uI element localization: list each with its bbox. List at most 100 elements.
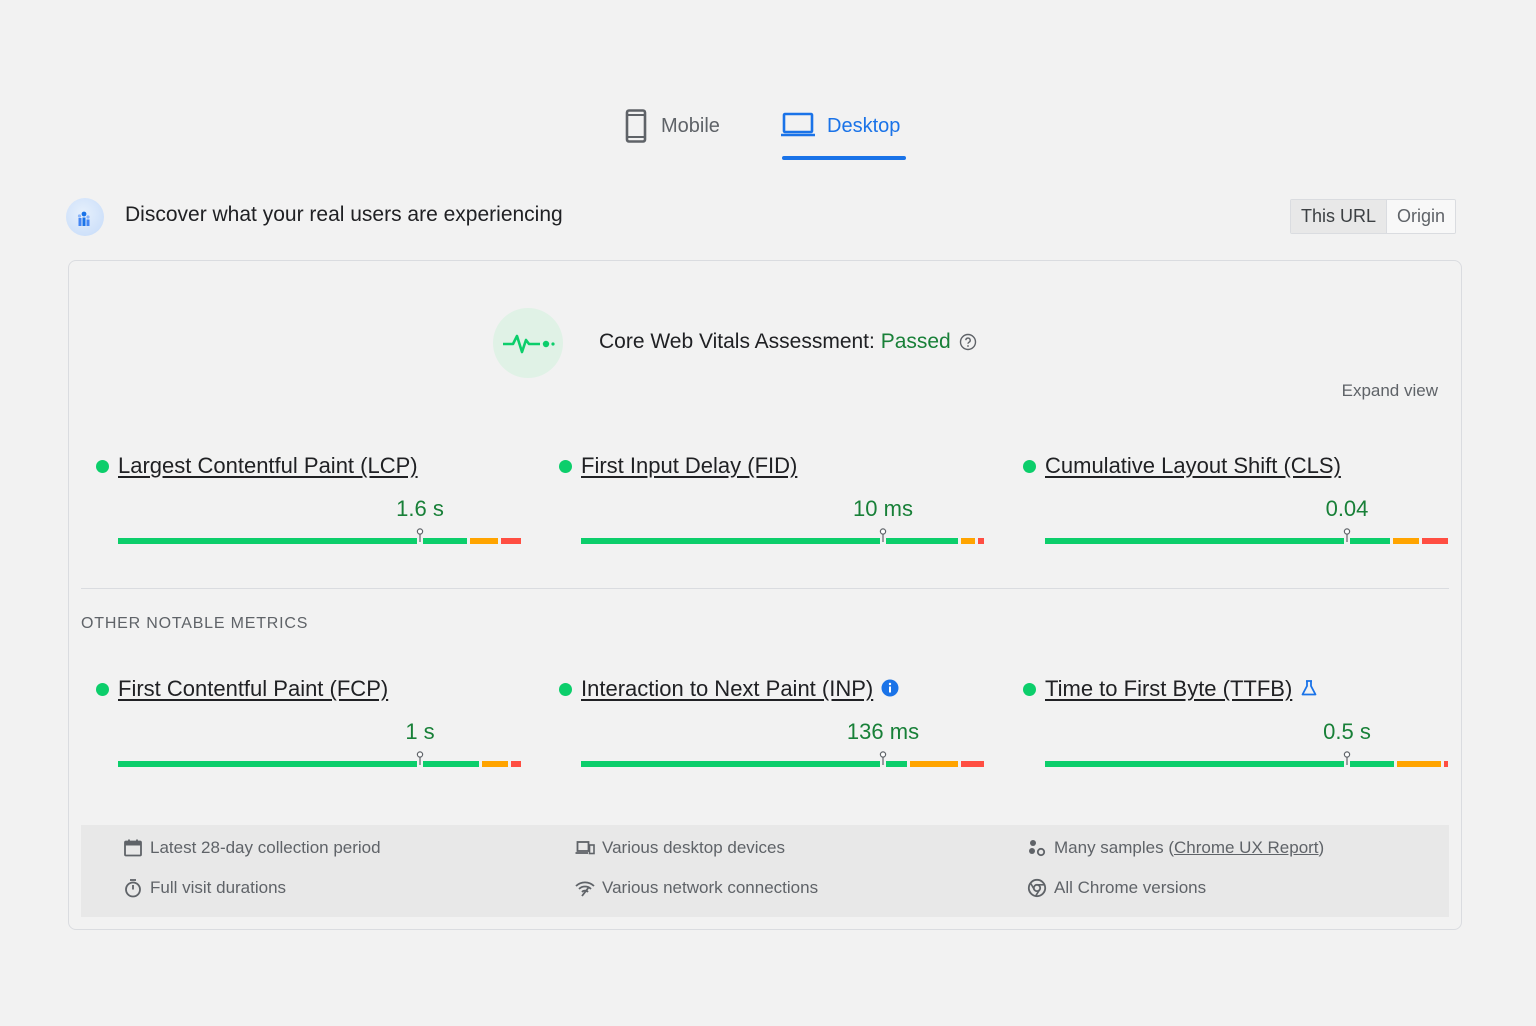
metric-value: 1.6 s: [396, 496, 444, 521]
tab-mobile-label: Mobile: [661, 115, 720, 137]
status-dot: [1023, 683, 1036, 696]
flask-icon: [1300, 677, 1318, 703]
active-tab-indicator: [782, 156, 906, 160]
metric-fcp: First Contentful Paint (FCP) 1 s: [96, 676, 521, 776]
stopwatch-icon: [123, 878, 143, 898]
status-dot: [1023, 460, 1036, 473]
chrome-versions-text: All Chrome versions: [1054, 878, 1207, 897]
distribution-bar: [581, 751, 984, 767]
help-circle-icon[interactable]: [959, 333, 977, 357]
distribution-bar: [581, 528, 984, 544]
crux-users-icon: [66, 198, 104, 236]
info-icon[interactable]: [881, 677, 899, 703]
metric-inp: Interaction to Next Paint (INP) 136 ms: [559, 676, 984, 776]
poor-segment: [511, 761, 521, 767]
needs-improvement-segment: [1393, 538, 1419, 544]
laptop-icon: [781, 109, 815, 142]
calendar-icon: [123, 838, 143, 858]
metric-name[interactable]: Interaction to Next Paint (INP): [581, 676, 873, 701]
metric-value: 0.5 s: [1323, 719, 1371, 744]
assessment-status: Passed: [880, 330, 951, 353]
distribution-bar: [1045, 751, 1448, 767]
cwv-assessment: Core Web Vitals Assessment: Passed: [493, 308, 1093, 378]
needs-improvement-segment: [910, 761, 958, 767]
needs-improvement-segment: [1397, 761, 1441, 767]
metric-name-wrap: Interaction to Next Paint (INP): [581, 676, 899, 703]
poor-segment: [961, 761, 984, 767]
visit-durations-text: Full visit durations: [150, 878, 287, 897]
percentile-marker: [1343, 751, 1351, 765]
network-connections: Various network connections: [575, 878, 818, 898]
percentile-marker: [416, 751, 424, 765]
sample-count-text: Many samples (: [1054, 838, 1174, 857]
needs-improvement-segment: [961, 538, 975, 544]
chrome-ux-report-link[interactable]: Chrome UX Report: [1174, 838, 1319, 858]
good-segment: [581, 761, 907, 767]
metric-name[interactable]: Cumulative Layout Shift (CLS): [1045, 453, 1341, 479]
distribution-bar: [118, 528, 521, 544]
good-segment: [118, 761, 479, 767]
percentile-marker: [879, 528, 887, 542]
metric-name[interactable]: First Input Delay (FID): [581, 453, 797, 479]
metric-fid: First Input Delay (FID) 10 ms: [559, 453, 984, 553]
cwv-card: Core Web Vitals Assessment: Passed Expan…: [68, 260, 1462, 930]
tab-mobile[interactable]: Mobile: [625, 104, 745, 162]
other-metrics-heading: OTHER NOTABLE METRICS: [81, 615, 309, 632]
field-data-header: Discover what your real users are experi…: [66, 196, 1462, 236]
section-title: Discover what your real users are experi…: [125, 203, 563, 226]
sample-count: Many samples (Chrome UX Report): [1027, 838, 1324, 858]
status-dot: [559, 460, 572, 473]
collection-period: Latest 28-day collection period: [123, 838, 381, 858]
samples-icon: [1027, 838, 1047, 858]
poor-segment: [1444, 761, 1448, 767]
tab-desktop[interactable]: Desktop: [781, 104, 911, 162]
distribution-bar: [118, 751, 521, 767]
pulse-icon: [493, 308, 563, 378]
needs-improvement-segment: [482, 761, 508, 767]
metric-value: 136 ms: [846, 719, 920, 744]
metric-cls: Cumulative Layout Shift (CLS) 0.04: [1023, 453, 1448, 553]
percentile-marker: [416, 528, 424, 542]
visit-durations: Full visit durations: [123, 878, 286, 898]
divider: [81, 588, 1449, 589]
percentile-marker: [1343, 528, 1351, 542]
expand-view-button[interactable]: Expand view: [1342, 381, 1438, 401]
metric-value: 10 ms: [853, 496, 913, 521]
metric-value: 1 s: [405, 719, 435, 744]
poor-segment: [1422, 538, 1448, 544]
chrome-versions: All Chrome versions: [1027, 878, 1206, 898]
desktop-devices-text: Various desktop devices: [602, 838, 786, 857]
metric-value: 0.04: [1325, 496, 1369, 521]
desktop-devices: Various desktop devices: [575, 838, 785, 858]
good-segment: [1045, 761, 1394, 767]
network-connections-text: Various network connections: [602, 878, 819, 897]
devices-icon: [575, 838, 595, 858]
metric-name[interactable]: First Contentful Paint (FCP): [118, 676, 388, 702]
url-origin-toggle: This URL Origin: [1290, 199, 1457, 234]
assessment-text: Core Web Vitals Assessment: Passed: [599, 330, 977, 357]
needs-improvement-segment: [470, 538, 498, 544]
metric-name-wrap: Time to First Byte (TTFB): [1045, 676, 1318, 703]
collection-period-text: Latest 28-day collection period: [150, 838, 381, 857]
good-segment: [118, 538, 467, 544]
good-segment: [581, 538, 958, 544]
assessment-label: Core Web Vitals Assessment:: [599, 330, 881, 353]
good-segment: [1045, 538, 1390, 544]
metric-name[interactable]: Time to First Byte (TTFB): [1045, 676, 1292, 701]
poor-segment: [501, 538, 521, 544]
chrome-icon: [1027, 878, 1047, 898]
metric-name[interactable]: Largest Contentful Paint (LCP): [118, 453, 418, 479]
tab-desktop-label: Desktop: [827, 115, 901, 137]
this-url-button[interactable]: This URL: [1291, 200, 1388, 233]
poor-segment: [978, 538, 984, 544]
phone-icon: [625, 109, 647, 148]
percentile-marker: [879, 751, 887, 765]
status-dot: [96, 460, 109, 473]
sample-count-suffix: ): [1318, 838, 1325, 857]
origin-button[interactable]: Origin: [1387, 200, 1456, 233]
network-icon: [575, 878, 595, 898]
status-dot: [96, 683, 109, 696]
device-tabs: Mobile Desktop: [0, 104, 1536, 162]
status-dot: [559, 683, 572, 696]
metric-ttfb: Time to First Byte (TTFB) 0.5 s: [1023, 676, 1448, 776]
